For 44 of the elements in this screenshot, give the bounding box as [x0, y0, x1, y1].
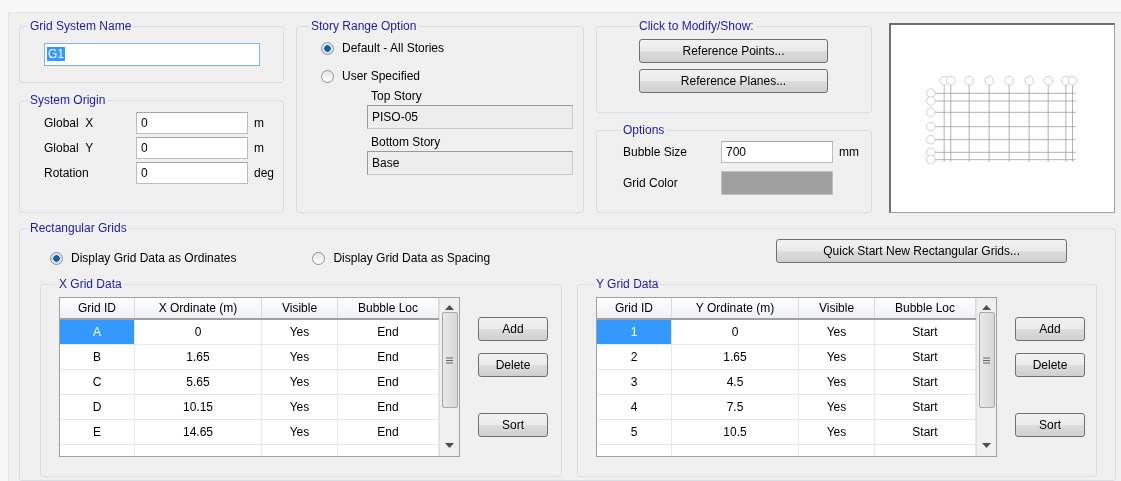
column-header[interactable]: Y Ordinate (m)	[672, 298, 799, 318]
grid-action-button[interactable]: Delete	[1015, 353, 1085, 377]
column-header[interactable]: Grid ID	[597, 298, 672, 318]
unit-label: deg	[254, 166, 276, 180]
field-label: Global X	[44, 116, 95, 130]
column-header[interactable]: X Ordinate (m)	[135, 298, 262, 318]
group-title: Options	[622, 123, 666, 137]
field-label: Bubble Size	[623, 145, 689, 159]
group-title: Grid System Name	[29, 19, 133, 33]
display-radio[interactable]: Display Grid Data as Spacing	[312, 251, 491, 265]
group-title: X Grid Data	[58, 277, 123, 291]
reference-button[interactable]: Reference Planes...	[639, 69, 828, 93]
group-title: System Origin	[29, 93, 107, 107]
field-label: Bottom Story	[371, 135, 442, 149]
origin-field[interactable]: 0	[136, 112, 248, 134]
unit-label: mm	[839, 145, 860, 159]
group-title: Rectangular Grids	[29, 221, 128, 235]
grid-action-button[interactable]: Add	[1015, 317, 1085, 341]
field-label: Top Story	[371, 89, 423, 103]
group-title: Story Range Option	[310, 19, 418, 33]
bubble-size-field[interactable]: 700	[721, 141, 833, 163]
bottom-story-field[interactable]: Base	[367, 151, 573, 175]
column-header[interactable]: Visible	[799, 298, 875, 318]
group-title: Click to Modify/Show:	[638, 19, 755, 33]
column-header[interactable]: Grid ID	[60, 298, 135, 318]
field-label: Grid Color	[623, 176, 679, 190]
column-header[interactable]: Visible	[262, 298, 338, 318]
top-story-field[interactable]: PISO-05	[367, 105, 573, 129]
display-radio[interactable]: Display Grid Data as Ordinates	[50, 251, 237, 265]
origin-field[interactable]: 0	[136, 137, 248, 159]
unit-label: m	[254, 116, 265, 130]
unit-label: m	[254, 141, 265, 155]
story-radio[interactable]: User Specified	[321, 69, 573, 83]
field-label: Rotation	[44, 166, 90, 180]
grid-action-button[interactable]: Sort	[1015, 413, 1085, 437]
grid-action-button[interactable]: Delete	[478, 353, 548, 377]
origin-field[interactable]: 0	[136, 162, 248, 184]
reference-button[interactable]: Reference Points...	[639, 39, 828, 63]
grid-action-button[interactable]: Add	[478, 317, 548, 341]
quick-start-button[interactable]: Quick Start New Rectangular Grids...	[776, 239, 1068, 263]
story-radio[interactable]: Default - All Stories	[321, 41, 573, 55]
field-label: Global Y	[44, 141, 95, 155]
group-title: Y Grid Data	[595, 277, 660, 291]
grid-action-button[interactable]: Sort	[478, 413, 548, 437]
